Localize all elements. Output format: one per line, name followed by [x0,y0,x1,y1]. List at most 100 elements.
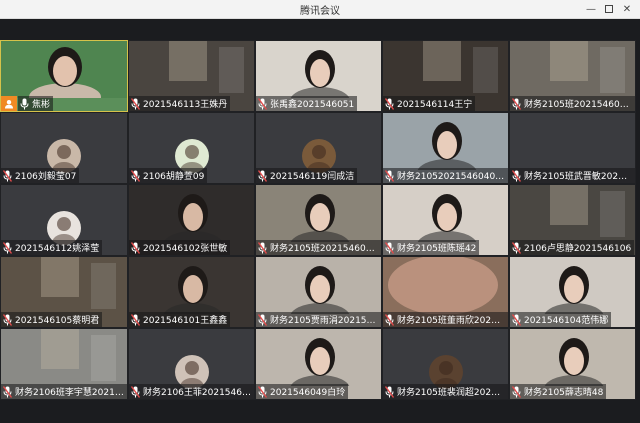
participant-tile[interactable]: 财务2105班董雨欣20215... [382,256,509,328]
participant-nameplate: 2021546049白玲 [256,384,349,399]
participant-name: 2021546102张世敏 [143,244,228,254]
participant-nameplate: 2021546112姚泽莹 [1,240,103,255]
participant-tile[interactable]: 财务2106班李宇慧20215... [0,328,128,400]
participant-nameplate: 2021546105蔡明君 [1,312,103,327]
participant-nameplate: 财务2105班裴润超20215... [383,384,508,399]
participant-tile[interactable]: 财务2105贾雨涓2021546... [255,256,382,328]
participant-name: 财务2105班2021546043... [270,244,378,254]
participant-tile[interactable]: 2021546104范伟娜 [509,256,636,328]
microphone-muted-icon [385,241,394,254]
participant-nameplate: 2021546119闫成洁 [256,168,358,183]
microphone-muted-icon [3,169,12,182]
participant-tile[interactable]: 焦彬 [0,40,128,112]
participant-tile[interactable]: 财务2105班陈瑶42 [382,184,509,256]
participant-nameplate: 财务2105班陈瑶42 [383,240,480,255]
microphone-muted-icon [512,169,521,182]
participant-nameplate: 2106胡静萱09 [129,168,208,183]
close-button[interactable]: ✕ [616,0,638,19]
participant-name: 财务2105班2021546045段 [524,100,632,110]
maximize-icon [605,5,613,13]
participant-tile[interactable]: 2021546049白玲 [255,328,382,400]
participant-name: 2021546112姚泽莹 [15,244,100,254]
participant-tile[interactable]: 财务2106王菲2021546110 [128,328,255,400]
participant-tile[interactable]: 2021546112姚泽莹 [0,184,128,256]
participant-nameplate: 张禹鑫2021546051 [256,96,358,111]
participant-name: 焦彬 [32,100,51,110]
microphone-muted-icon [20,98,29,109]
microphone-muted-icon [512,385,521,398]
participant-nameplate: 财务2105班2021546045段 [510,96,635,111]
microphone-muted-icon [512,97,521,110]
participant-tile[interactable]: 财务2105班武晋敏20215... [509,112,636,184]
host-badge [1,96,17,111]
microphone-muted-icon [385,97,394,110]
participant-nameplate: 2021546104范伟娜 [510,312,612,327]
participant-nameplate: 财务2105班董雨欣20215... [383,312,508,327]
microphone-muted-icon [258,97,267,110]
microphone-muted-icon [3,313,12,326]
participant-nameplate: 2106刘毅莹07 [1,168,80,183]
participant-name: 2106胡静萱09 [143,172,205,182]
participant-tile[interactable]: 财务2105班裴润超20215... [382,328,509,400]
participant-nameplate: 财务21052021546040李... [383,168,508,183]
microphone-muted-icon [131,97,140,110]
top-strip [0,19,640,40]
bottom-strip [0,402,640,423]
participant-tile[interactable]: 2021546114王宁 [382,40,509,112]
participant-tile[interactable]: 财务21052021546040李... [382,112,509,184]
participant-name: 财务2106班李宇慧20215... [15,388,124,398]
participant-tile[interactable]: 2106胡静萱09 [128,112,255,184]
microphone-muted-icon [512,313,521,326]
participant-tile[interactable]: 财务2105班2021546045段 [509,40,636,112]
participant-name: 财务2105班裴润超20215... [397,388,505,398]
participant-grid: 焦彬 2021546113王姝丹 张禹鑫2021546051 2021546114王宁… [0,40,640,402]
microphone-muted-icon [512,241,521,254]
participant-name: 财务2105贾雨涓2021546... [270,316,378,326]
microphone-muted-icon [3,241,12,254]
participant-tile[interactable]: 财务2105薛志晴48 [509,328,636,400]
participant-nameplate: 财务2106王菲2021546110 [129,384,254,399]
title-bar: 腾讯会议 — ✕ [0,0,640,19]
participant-nameplate: 焦彬 [18,96,54,111]
participant-tile[interactable]: 2106卢思静2021546106 [509,184,636,256]
participant-name: 2106卢思静2021546106 [524,244,632,254]
participant-tile[interactable]: 2021546119闫成洁 [255,112,382,184]
participant-name: 张禹鑫2021546051 [270,100,355,110]
participant-tile[interactable]: 张禹鑫2021546051 [255,40,382,112]
participant-name: 2021546105蔡明君 [15,316,100,326]
microphone-muted-icon [258,241,267,254]
participant-name: 2106刘毅莹07 [15,172,77,182]
microphone-muted-icon [385,385,394,398]
microphone-muted-icon [3,385,12,398]
participant-nameplate: 2021546113王姝丹 [129,96,231,111]
participant-name: 财务2105班陈瑶42 [397,244,477,254]
participant-name: 2021546113王姝丹 [143,100,228,110]
participant-nameplate: 财务2106班李宇慧20215... [1,384,127,399]
participant-name: 2021546101王鑫鑫 [143,316,228,326]
participant-nameplate: 2021546102张世敏 [129,240,231,255]
participant-tile[interactable]: 2021546113王姝丹 [128,40,255,112]
participant-tile[interactable]: 2021546105蔡明君 [0,256,128,328]
participant-tile[interactable]: 财务2105班2021546043... [255,184,382,256]
participant-nameplate: 财务2105班2021546043... [256,240,381,255]
microphone-muted-icon [258,313,267,326]
participant-tile[interactable]: 2021546102张世敏 [128,184,255,256]
participant-nameplate: 财务2105班武晋敏20215... [510,168,635,183]
participant-tile[interactable]: 2106刘毅莹07 [0,112,128,184]
participant-nameplate: 财务2105贾雨涓2021546... [256,312,381,327]
microphone-muted-icon [131,241,140,254]
microphone-muted-icon [385,169,394,182]
participant-nameplate: 财务2105薛志晴48 [510,384,607,399]
participant-name: 2021546049白玲 [270,388,346,398]
microphone-muted-icon [131,169,140,182]
participant-nameplate: 2021546114王宁 [383,96,476,111]
participant-tile[interactable]: 2021546101王鑫鑫 [128,256,255,328]
microphone-muted-icon [385,313,394,326]
participant-name: 财务21052021546040李... [397,172,505,182]
participant-name: 财务2105班武晋敏20215... [524,172,632,182]
microphone-muted-icon [131,313,140,326]
window-title: 腾讯会议 [300,6,340,17]
participant-name: 财务2105薛志晴48 [524,388,604,398]
participant-name: 财务2105班董雨欣20215... [397,316,505,326]
microphone-muted-icon [131,385,140,398]
